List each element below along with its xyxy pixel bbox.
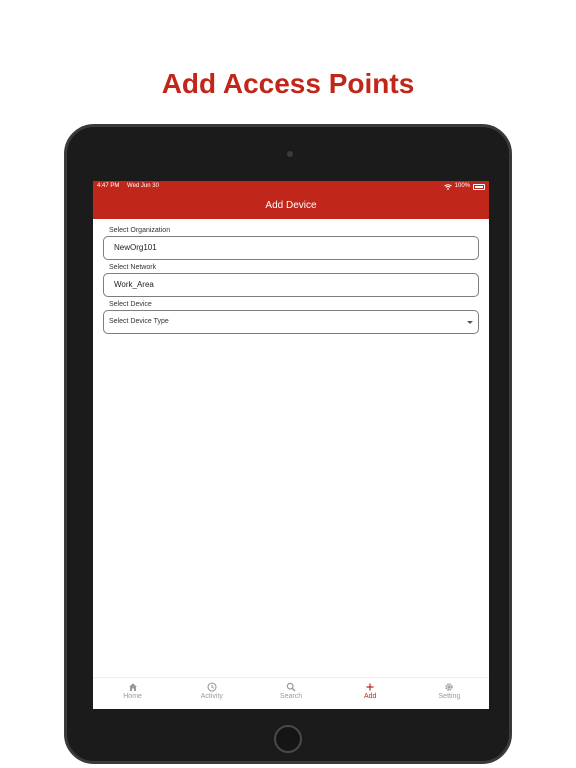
camera-dot xyxy=(287,151,293,157)
caret-down-icon xyxy=(467,321,473,324)
device-type-placeholder: Select Device Type xyxy=(109,318,169,325)
search-icon xyxy=(286,682,296,692)
status-bar: 4:47 PM Wed Jun 30 100% xyxy=(93,181,489,192)
network-value: Work_Area xyxy=(114,280,154,289)
gear-icon xyxy=(445,683,454,691)
add-device-form: Select Organization NewOrg101 Select Net… xyxy=(103,226,480,337)
clock-icon xyxy=(207,682,217,692)
device-screen: 4:47 PM Wed Jun 30 100% Add Device Selec… xyxy=(93,181,489,709)
tab-search-label: Search xyxy=(279,693,303,700)
tab-bar: Home Activity Search Add Setting xyxy=(93,677,489,709)
page-headline: Add Access Points xyxy=(161,68,415,99)
nav-bar: Add Device xyxy=(93,192,489,219)
battery-icon xyxy=(473,183,485,190)
tab-home-label: Home xyxy=(123,693,142,700)
organization-field[interactable]: NewOrg101 xyxy=(103,236,479,260)
status-date: Wed Jun 30 xyxy=(127,183,159,189)
battery-percent: 100% xyxy=(454,183,470,189)
tab-activity[interactable]: Activity xyxy=(172,678,251,709)
home-hardware-button[interactable] xyxy=(274,725,302,753)
tab-setting-label: Setting xyxy=(438,693,461,700)
device-label: Select Device xyxy=(109,301,152,308)
organization-label: Select Organization xyxy=(109,227,171,234)
network-field[interactable]: Work_Area xyxy=(103,273,479,297)
tab-search[interactable]: Search xyxy=(251,678,330,709)
network-label: Select Network xyxy=(109,264,157,271)
tab-setting[interactable]: Setting xyxy=(410,678,489,709)
tab-add-label: Add xyxy=(363,693,377,700)
organization-value: NewOrg101 xyxy=(114,243,157,252)
plus-icon xyxy=(366,683,374,691)
device-type-select[interactable]: Select Device Type xyxy=(103,310,479,334)
tab-activity-label: Activity xyxy=(200,693,223,700)
status-time: 4:47 PM xyxy=(97,183,120,189)
nav-title: Add Device xyxy=(265,200,317,211)
home-icon xyxy=(128,683,137,691)
tab-add[interactable]: Add xyxy=(331,678,410,709)
tab-home[interactable]: Home xyxy=(93,678,172,709)
wifi-icon xyxy=(443,183,452,190)
